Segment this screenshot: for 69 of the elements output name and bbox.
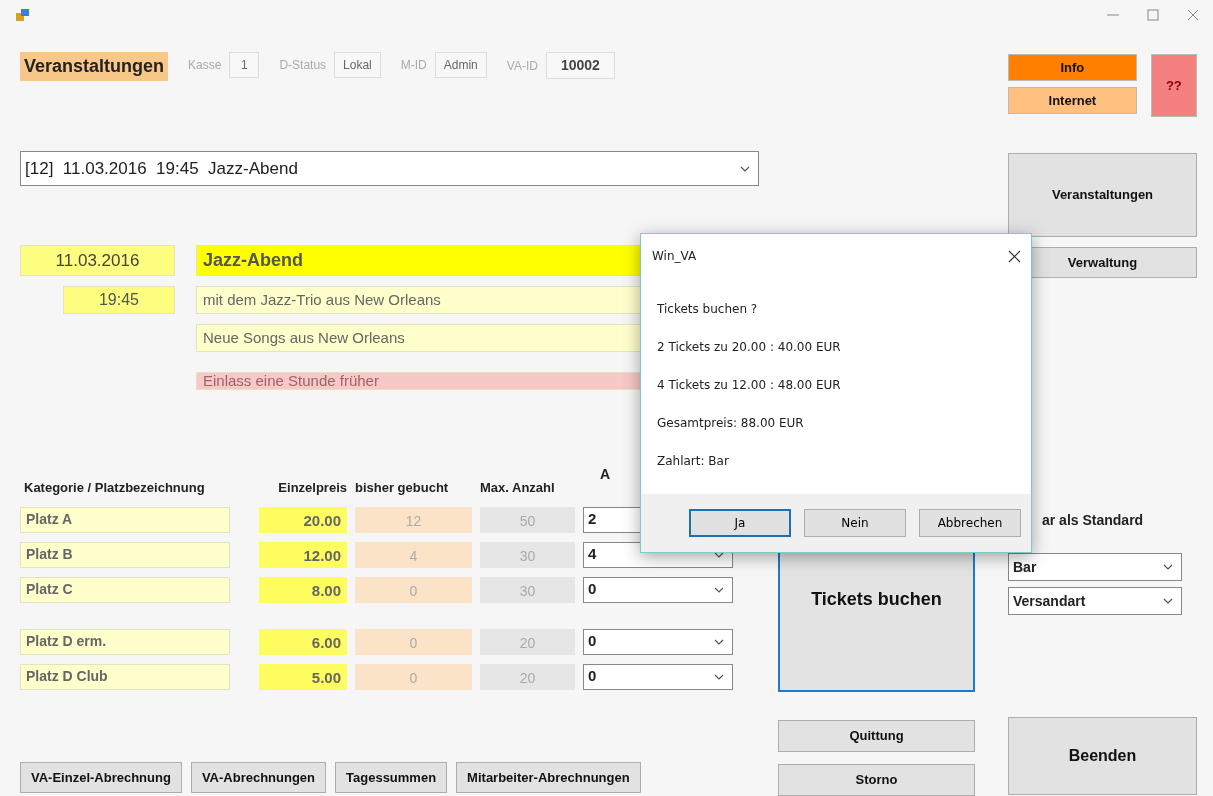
max-cell: 50: [480, 506, 575, 533]
category-name: Platz C: [20, 576, 230, 603]
column-header: Kategorie / Platzbezeichnung: [24, 479, 206, 497]
column-header: A: [600, 465, 612, 484]
event-dropdown[interactable]: [12] 11.03.2016 19:45 Jazz-Abend: [20, 151, 759, 186]
price-cell: 8.00: [259, 576, 347, 603]
page-title: Veranstaltungen: [20, 52, 169, 81]
message-text: Zahlart: Bar: [657, 453, 730, 470]
value-field: 10002: [545, 52, 615, 79]
chevron-icon: [740, 165, 750, 172]
booked-cell: 0: [355, 663, 472, 690]
booked-cell: 12: [355, 506, 472, 533]
value-field: Admin: [434, 52, 487, 78]
date-field: 11.03.2016: [20, 245, 175, 276]
side-button[interactable]: Internet: [1008, 87, 1137, 114]
value-field: Lokal: [334, 52, 381, 78]
app-icon: [16, 8, 30, 22]
close-icon[interactable]: [1008, 249, 1021, 263]
quantity-dropdown[interactable]: 0: [583, 576, 733, 603]
dialog-title: Win_VA: [652, 248, 697, 265]
value-field: 1: [229, 52, 260, 78]
payment-dropdown[interactable]: Bar: [1008, 553, 1182, 581]
price-cell: 20.00: [259, 506, 347, 533]
time-field: 19:45: [63, 286, 175, 314]
report-button[interactable]: Tagessummen: [335, 762, 448, 793]
price-cell: 6.00: [259, 628, 347, 655]
chevron-icon: [714, 586, 724, 593]
column-header: Einzelpreis: [277, 479, 347, 497]
payment-label: ar als Standard: [1042, 511, 1145, 530]
report-button[interactable]: VA-Einzel-Abrechnung: [20, 762, 182, 793]
message-text: Gesamtpreis: 88.00 EUR: [657, 415, 805, 432]
exit-button[interactable]: Beenden: [1008, 717, 1197, 795]
shipping-dropdown[interactable]: Versandart: [1008, 587, 1182, 615]
maximize-icon[interactable]: [1147, 9, 1159, 21]
booked-cell: 0: [355, 628, 472, 655]
receipt-button[interactable]: Storno: [778, 764, 975, 796]
max-cell: 20: [480, 628, 575, 655]
field-label: Kasse: [188, 57, 222, 74]
chevron-icon: [714, 673, 724, 680]
dialog-button[interactable]: Ja: [689, 509, 791, 537]
max-cell: 30: [480, 541, 575, 568]
side-button[interactable]: Info: [1008, 54, 1137, 81]
column-header: bisher gebucht: [355, 479, 450, 497]
chevron-icon: [1163, 598, 1173, 604]
max-cell: 30: [480, 576, 575, 603]
price-cell: 12.00: [259, 541, 347, 568]
side-button[interactable]: ??: [1150, 54, 1197, 117]
nav-button[interactable]: Veranstaltungen: [1008, 153, 1197, 237]
report-button[interactable]: Mitarbeiter-Abrechnungen: [456, 762, 641, 793]
booked-cell: 0: [355, 576, 472, 603]
category-name: Platz B: [20, 541, 230, 568]
field-label: M-ID: [400, 57, 427, 74]
report-button[interactable]: VA-Abrechnungen: [190, 762, 327, 793]
category-name: Platz A: [20, 506, 230, 533]
receipt-button[interactable]: Quittung: [778, 720, 975, 752]
column-header: Max. Anzahl: [480, 479, 556, 497]
dialog-button[interactable]: Nein: [804, 509, 906, 537]
chevron-icon: [714, 638, 724, 645]
max-cell: 20: [480, 663, 575, 690]
dialog-button[interactable]: Abbrechen: [919, 509, 1021, 537]
booked-cell: 4: [355, 541, 472, 568]
quantity-dropdown[interactable]: 0: [583, 663, 733, 690]
chevron-icon: [1163, 564, 1173, 570]
price-cell: 5.00: [259, 663, 347, 690]
category-name: Platz D erm.: [20, 628, 230, 655]
field-label: VA-ID: [506, 57, 538, 75]
quantity-dropdown[interactable]: 0: [583, 628, 733, 655]
category-name: Platz D Club: [20, 663, 230, 690]
field-label: D-Status: [279, 57, 327, 74]
